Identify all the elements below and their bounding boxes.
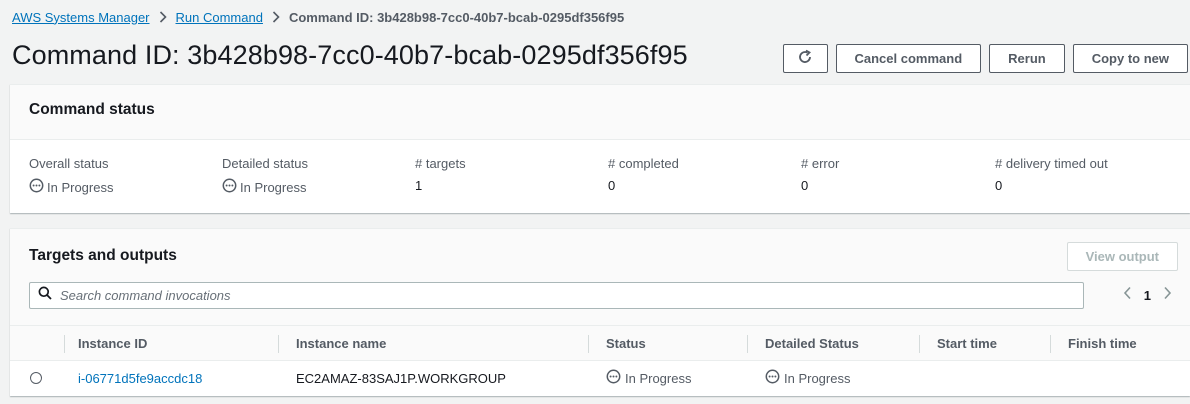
error-count-label: # error <box>801 156 840 171</box>
completed-count: # completed 0 <box>608 156 679 193</box>
targets-count-value: 1 <box>415 178 423 193</box>
breadcrumb-link-systems-manager[interactable]: AWS Systems Manager <box>12 10 150 25</box>
in-progress-icon <box>222 178 237 196</box>
rerun-button[interactable]: Rerun <box>989 44 1065 73</box>
row-select-radio[interactable] <box>30 372 42 384</box>
column-divider <box>588 335 589 353</box>
header-actions: Cancel command Rerun Copy to new <box>782 44 1188 73</box>
cancel-command-button[interactable]: Cancel command <box>835 44 982 73</box>
detailed-status-value: In Progress <box>240 179 307 195</box>
column-header-status[interactable]: Status <box>606 326 646 360</box>
chevron-right-icon <box>159 11 167 23</box>
command-status-title: Command status <box>29 101 155 118</box>
column-divider <box>919 335 920 353</box>
column-header-detailed-status[interactable]: Detailed Status <box>765 326 859 360</box>
instance-id-link[interactable]: i-06771d5fe9accdc18 <box>78 361 202 395</box>
copy-to-new-button[interactable]: Copy to new <box>1072 44 1188 73</box>
breadcrumb: AWS Systems Manager Run Command Command … <box>12 8 624 26</box>
table-row[interactable]: i-06771d5fe9accdc18 EC2AMAZ-83SAJ1P.WORK… <box>10 361 1190 397</box>
column-divider <box>64 335 65 353</box>
completed-count-value: 0 <box>608 178 616 193</box>
row-status-value: In Progress <box>625 370 692 386</box>
column-header-instance-id[interactable]: Instance ID <box>78 326 147 360</box>
refresh-icon <box>797 49 813 68</box>
instance-name: EC2AMAZ-83SAJ1P.WORKGROUP <box>296 370 506 386</box>
command-status-panel: Command status Overall status In Progres… <box>10 84 1190 213</box>
completed-count-label: # completed <box>608 156 679 171</box>
overall-status: Overall status In Progress <box>29 156 113 196</box>
chevron-right-icon <box>272 11 280 23</box>
targets-outputs-title: Targets and outputs <box>29 247 177 264</box>
overall-status-value: In Progress <box>47 179 114 195</box>
row-detailed-status: In Progress <box>765 361 850 395</box>
column-header-start-time[interactable]: Start time <box>937 326 997 360</box>
error-count: # error 0 <box>801 156 839 193</box>
row-status: In Progress <box>606 361 691 395</box>
view-output-button[interactable]: View output <box>1066 242 1178 271</box>
next-page-icon[interactable] <box>1163 286 1172 305</box>
breadcrumb-link-run-command[interactable]: Run Command <box>176 10 263 25</box>
pagination: 1 <box>1123 286 1172 305</box>
detailed-status: Detailed status In Progress <box>222 156 308 196</box>
in-progress-icon <box>606 369 621 387</box>
timed-out-count: # delivery timed out 0 <box>995 156 1108 193</box>
error-count-value: 0 <box>801 178 809 193</box>
column-divider <box>1050 335 1051 353</box>
search-icon <box>38 286 52 305</box>
column-divider <box>747 335 748 353</box>
command-status-header: Command status <box>10 85 1190 140</box>
page-number[interactable]: 1 <box>1144 288 1151 303</box>
search-input[interactable] <box>60 288 1083 303</box>
prev-page-icon[interactable] <box>1123 286 1132 305</box>
targets-count-label: # targets <box>415 156 466 171</box>
targets-outputs-header: Targets and outputs View output 1 <box>10 229 1190 325</box>
column-header-instance-name[interactable]: Instance name <box>296 326 386 360</box>
row-detailed-status-value: In Progress <box>784 370 851 386</box>
refresh-button[interactable] <box>782 44 828 73</box>
in-progress-icon <box>765 369 780 387</box>
targets-count: # targets 1 <box>415 156 466 193</box>
column-header-finish-time[interactable]: Finish time <box>1068 326 1137 360</box>
timed-out-count-value: 0 <box>995 178 1003 193</box>
page-title: Command ID: 3b428b98-7cc0-40b7-bcab-0295… <box>12 40 688 70</box>
column-divider <box>278 335 279 353</box>
detailed-status-label: Detailed status <box>222 156 308 171</box>
table-header: Instance ID Instance name Status Detaile… <box>10 325 1190 361</box>
targets-outputs-panel: Targets and outputs View output 1 Instan… <box>10 228 1190 396</box>
overall-status-label: Overall status <box>29 156 109 171</box>
in-progress-icon <box>29 178 44 196</box>
search-box <box>29 282 1084 309</box>
breadcrumb-current: Command ID: 3b428b98-7cc0-40b7-bcab-0295… <box>288 9 625 25</box>
timed-out-count-label: # delivery timed out <box>995 156 1108 171</box>
